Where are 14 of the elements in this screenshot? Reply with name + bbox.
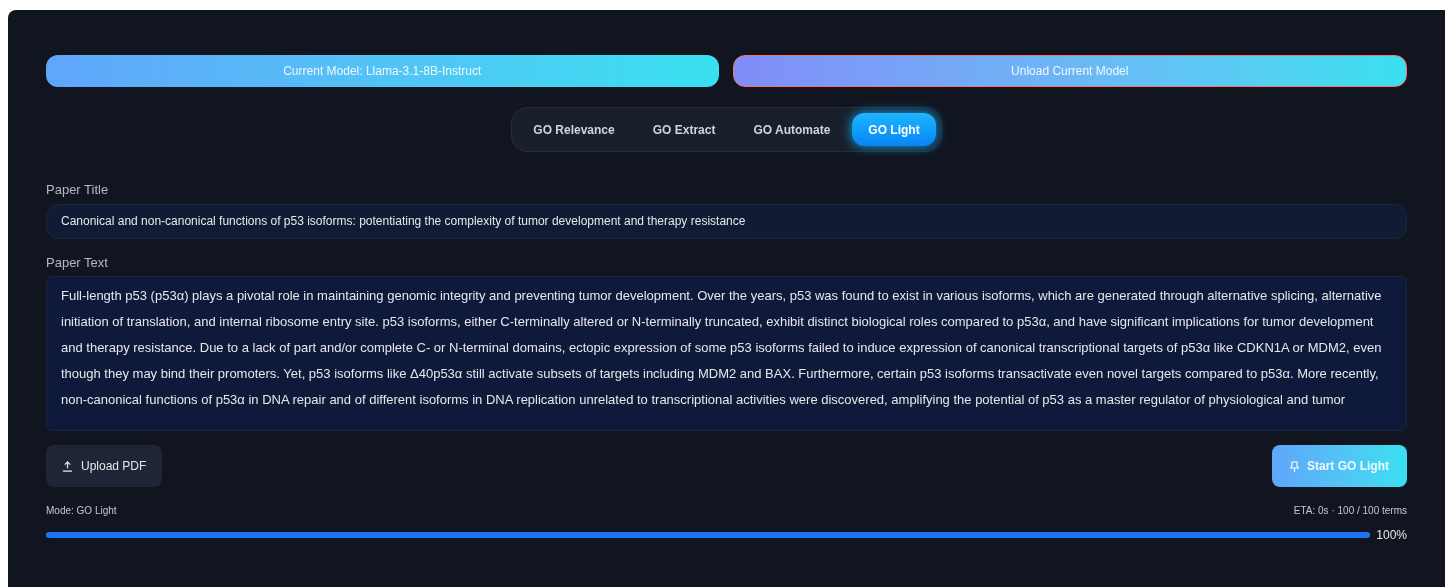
title-value: Canonical and non-canonical functions of p53 isoforms: potentiating the complexity of tumor development and therapy resistance (61, 213, 746, 230)
title-field[interactable]: Canonical and non-canonical functions of p53 isoforms: potentiating the complexity of tumor development and therapy resistance (46, 203, 1407, 239)
progress-percent: 100% (1376, 527, 1407, 544)
upload-icon (62, 460, 73, 472)
mode-tab[interactable]: GO Relevance (517, 113, 631, 146)
mode-text: Mode: GO Light (46, 504, 117, 518)
upload-button[interactable]: Upload PDF (46, 445, 163, 487)
paper-text-field[interactable]: Full-length p53 (p53α) plays a pivotal role in maintaining genomic integrity and preventing tumor development. Over the years, p53 was found to exist in various isoforms, which are generated through alternative splicing, alternative initiation of translation, and internal ribosome entry site. p53 isoforms, either C-terminally altered or N-terminally truncated, exhibit distinct biological roles compared to p53α, and have significant implications for tumor development and therapy resistance. Due to a lack of part and/or complete C- or N-terminal domains, ectopic expression of some p53 isoforms failed to induce expression of canonical transcriptional targets of p53α like CDKN1A or MDM2, even though they may bind their promoters. Yet, p53 isoforms like Δ40p53α still activate subsets of targets including MDM2 and BAX. Furthermore, certain p53 isoforms transactivate even novel targets compared to p53α. More recently, non-canonical functions of p53α in DNA repair and of different isoforms in DNA replication unrelated to transcriptional activities were discovered, amplifying the potential of p53 as a master regulator of physiological and tumor (46, 276, 1407, 431)
eta-text: ETA: 0s · 100 / 100 terms (1293, 504, 1407, 518)
field-label: Paper Title (46, 181, 110, 199)
pin-icon (1290, 460, 1299, 472)
field-label: Paper Text (46, 253, 109, 272)
mode-tab[interactable]: GO Extract (636, 113, 732, 146)
mode-tab[interactable]: GO Automate (737, 113, 847, 146)
